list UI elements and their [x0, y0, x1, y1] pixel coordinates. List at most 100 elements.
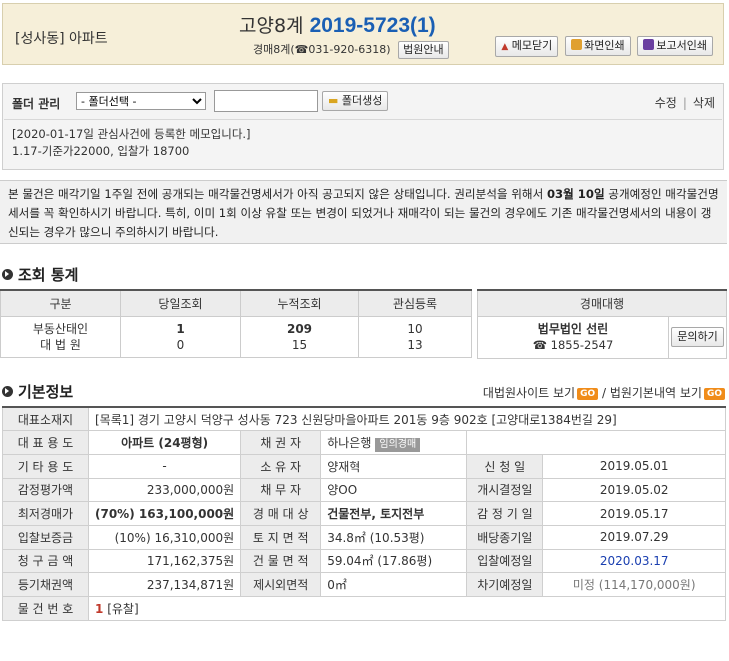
basic-title-text: 기본정보	[18, 383, 74, 401]
basic-section-title: 기본정보	[2, 381, 73, 402]
apply-date-value: 2019.05.01	[542, 453, 726, 479]
basic-info-table: 대표소재지 [목록1] 경기 고양시 덕양구 성사동 723 신원당마을아파트 …	[2, 406, 726, 621]
close-memo-label: 메모닫기	[511, 39, 553, 52]
folder-label: 폴더 관리	[12, 97, 61, 111]
folder-select[interactable]: - 폴더선택 -	[76, 92, 206, 110]
auction-type-tag: 임의경매	[375, 437, 421, 452]
info-label: 청 구 금 액	[2, 548, 89, 574]
info-label: 건 물 면 적	[240, 548, 322, 574]
stats-source: 부동산태인 대 법 원	[0, 315, 121, 358]
info-label: 개시결정일	[466, 477, 544, 503]
land-area-value: 34.8㎡ (10.53평)	[320, 524, 468, 550]
appraisal-value: 233,000,000원	[87, 477, 242, 503]
stats-header: 당일조회	[120, 289, 241, 317]
info-label: 제시외면적	[240, 572, 322, 597]
creditor-value: 하나은행 임의경매	[320, 430, 468, 455]
notice-text: 본 물건은 매각기일 1주일 전에 공개되는 매각물건명세서가 아직 공고되지 …	[8, 187, 547, 201]
stats-total: 209 15	[240, 315, 359, 358]
go-badge[interactable]: GO	[577, 388, 599, 400]
agency-table: 경매대행 법무법인 선린 ☎ 1855-2547 문의하기	[477, 289, 727, 359]
stats-value: 13	[407, 337, 423, 352]
print-report-label: 보고서인쇄	[656, 39, 707, 52]
info-row: 대표소재지 [목록1] 경기 고양시 덕양구 성사동 723 신원당마을아파트 …	[2, 406, 726, 432]
delete-link[interactable]: 삭제	[693, 96, 715, 110]
target-value: 건물전부, 토지전부	[320, 501, 468, 526]
stats-row: 부동산태인 대 법 원 10 209 15 10 13	[0, 315, 472, 358]
info-label: 채 무 자	[240, 477, 322, 503]
info-row: 감정평가액 233,000,000원 채 무 자 양OO 개시결정일 2019.…	[2, 477, 726, 503]
separator: /	[601, 386, 606, 400]
info-label: 소 유 자	[240, 453, 322, 479]
case-header: [성사동] 아파트 고양8계 2019-5723(1) 경매8계(☎031-92…	[2, 3, 724, 65]
info-row: 기 타 용 도 - 소 유 자 양재혁 신 청 일 2019.05.01	[2, 453, 726, 479]
info-label: 대표소재지	[2, 406, 89, 432]
info-label: 감 정 기 일	[466, 501, 544, 526]
min-price-amount: 163,100,000원	[138, 507, 235, 522]
print-report-button[interactable]: 보고서인쇄	[637, 36, 713, 56]
bullet-icon	[2, 269, 13, 280]
folder-panel: 폴더 관리 - 폴더선택 - ▬ 폴더생성 수정 | 삭제 [2020-01-17일…	[2, 83, 724, 170]
info-value	[466, 430, 726, 455]
appraisal-date-value: 2019.05.17	[542, 501, 726, 526]
folder-icon: ▬	[328, 94, 339, 107]
info-label: 토 지 면 적	[240, 524, 322, 550]
agency-header: 경매대행	[477, 289, 727, 317]
print-screen-button[interactable]: 화면인쇄	[565, 36, 631, 56]
create-folder-button[interactable]: ▬ 폴더생성	[322, 91, 389, 111]
sequence-status: [유찰]	[107, 601, 139, 616]
stats-value: 10	[407, 321, 423, 336]
stats-source-name: 대 법 원	[40, 337, 81, 352]
bid-date-value[interactable]: 2020.03.17	[542, 548, 726, 574]
inquiry-button[interactable]: 문의하기	[671, 327, 724, 347]
stats-header: 구분	[0, 289, 121, 317]
info-label: 등기채권액	[2, 572, 89, 597]
stats-header: 관심등록	[358, 289, 472, 317]
edit-link[interactable]: 수정	[655, 96, 677, 110]
sequence-number: 1	[95, 601, 104, 616]
owner-value: 양재혁	[320, 453, 468, 479]
stats-value: 209	[286, 321, 313, 336]
info-label: 경 매 대 상	[240, 501, 322, 526]
court-name: 고양8계	[239, 15, 304, 37]
court-contact: 경매8계(☎031-920-6318)	[253, 43, 391, 56]
folder-name-input[interactable]	[214, 90, 318, 112]
stats-value: 0	[176, 337, 185, 352]
court-contact-row: 경매8계(☎031-920-6318) 법원안내	[253, 41, 449, 59]
court-info-button[interactable]: 법원안내	[398, 41, 449, 59]
info-label: 최저경매가	[2, 501, 89, 526]
info-row: 청 구 금 액 171,162,375원 건 물 면 적 59.04㎡ (17.…	[2, 548, 726, 574]
other-usage-value: -	[87, 453, 242, 479]
stats-title-text: 조회 통계	[18, 266, 79, 284]
notice-box: 본 물건은 매각기일 1주일 전에 공개되는 매각물건명세서가 아직 공고되지 …	[0, 180, 727, 244]
info-row: 입찰보증금 (10%) 16,310,000원 토 지 면 적 34.8㎡ (1…	[2, 524, 726, 550]
excluded-area-value: 0㎡	[320, 572, 468, 597]
folder-edit-links: 수정 | 삭제	[655, 94, 715, 111]
memo-line: 1.17-기준가22000, 입찰가 18700	[12, 144, 190, 158]
bullet-icon	[2, 386, 13, 397]
go-badge[interactable]: GO	[703, 388, 725, 400]
separator: |	[682, 96, 687, 110]
info-row: 최저경매가 (70%) 163,100,000원 경 매 대 상 건물전부, 토…	[2, 501, 726, 526]
stats-source-name: 부동산태인	[32, 321, 89, 336]
address-value: [목록1] 경기 고양시 덕양구 성사동 723 신원당마을아파트 201동 9…	[88, 406, 726, 432]
agency-name: 법무법인 선린	[537, 322, 609, 336]
notice-date: 03월 10일	[546, 187, 605, 201]
info-label: 신 청 일	[466, 453, 544, 479]
creditor-name: 하나은행	[327, 435, 372, 450]
info-row: 물 건 번 호 1 [유찰]	[2, 596, 726, 621]
info-label: 물 건 번 호	[2, 596, 89, 621]
stats-header: 누적조회	[240, 289, 359, 317]
start-date-value: 2019.05.02	[542, 477, 726, 503]
info-label: 배당종기일	[466, 524, 544, 550]
stats-value: 15	[291, 337, 308, 352]
next-date-value: 미정 (114,170,000원)	[542, 572, 726, 597]
info-label: 입찰보증금	[2, 524, 89, 550]
supreme-court-link[interactable]: 대법원사이트 보기	[483, 386, 575, 400]
close-memo-button[interactable]: ▲ 메모닫기	[495, 36, 559, 57]
debtor-value: 양OO	[320, 477, 468, 503]
agency-button-cell: 문의하기	[668, 315, 727, 359]
court-detail-link[interactable]: 법원기본내역 보기	[610, 386, 702, 400]
create-folder-label: 폴더생성	[341, 94, 383, 107]
sequence-value: 1 [유찰]	[88, 596, 726, 621]
property-category: [성사동] 아파트	[15, 31, 108, 47]
